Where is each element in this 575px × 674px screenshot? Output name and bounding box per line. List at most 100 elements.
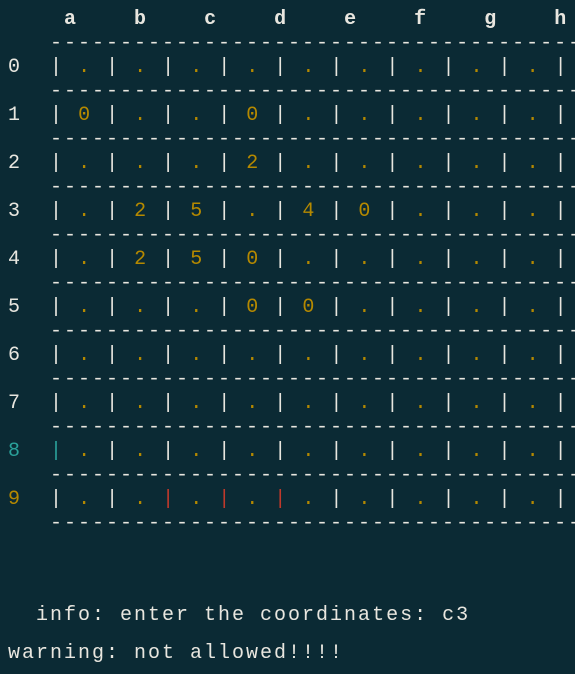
- cell-4-d[interactable]: 0: [246, 248, 260, 271]
- cell-3-h[interactable]: .: [471, 200, 485, 223]
- cell-0-e[interactable]: .: [302, 56, 316, 79]
- cell-1-e[interactable]: .: [302, 104, 316, 127]
- cell-3-d[interactable]: .: [246, 200, 260, 223]
- cell-8-g[interactable]: .: [414, 440, 428, 463]
- cell-7-b[interactable]: .: [134, 392, 148, 415]
- cell-6-i[interactable]: .: [527, 344, 541, 367]
- cell-0-c[interactable]: .: [190, 56, 204, 79]
- cell-4-b[interactable]: 2: [134, 248, 148, 271]
- cell-7-e[interactable]: .: [302, 392, 316, 415]
- cell-4-g[interactable]: .: [414, 248, 428, 271]
- cell-6-g[interactable]: .: [414, 344, 428, 367]
- pipe: |: [555, 296, 569, 319]
- cell-6-f[interactable]: .: [358, 344, 372, 367]
- cell-7-g[interactable]: .: [414, 392, 428, 415]
- cell-1-f[interactable]: .: [358, 104, 372, 127]
- cell-8-c[interactable]: .: [190, 440, 204, 463]
- cell-8-e[interactable]: .: [302, 440, 316, 463]
- cell-9-c[interactable]: .: [190, 488, 204, 511]
- cell-9-h[interactable]: .: [471, 488, 485, 511]
- cell-5-i[interactable]: .: [527, 296, 541, 319]
- cell-0-f[interactable]: .: [358, 56, 372, 79]
- cell-5-d[interactable]: 0: [246, 296, 260, 319]
- cell-5-c[interactable]: .: [190, 296, 204, 319]
- cell-2-i[interactable]: .: [527, 152, 541, 175]
- cell-2-b[interactable]: .: [134, 152, 148, 175]
- cell-5-e[interactable]: 0: [302, 296, 316, 319]
- cell-3-b[interactable]: 2: [134, 200, 148, 223]
- cell-2-c[interactable]: .: [190, 152, 204, 175]
- cell-6-e[interactable]: .: [302, 344, 316, 367]
- cell-0-g[interactable]: .: [414, 56, 428, 79]
- pipe: |: [50, 296, 64, 319]
- cell-6-b[interactable]: .: [134, 344, 148, 367]
- cell-7-h[interactable]: .: [471, 392, 485, 415]
- cell-6-h[interactable]: .: [471, 344, 485, 367]
- cell-9-i[interactable]: .: [527, 488, 541, 511]
- cell-8-i[interactable]: .: [527, 440, 541, 463]
- cell-1-a[interactable]: 0: [78, 104, 92, 127]
- cell-5-g[interactable]: .: [414, 296, 428, 319]
- cell-6-a[interactable]: .: [78, 344, 92, 367]
- cell-9-b[interactable]: .: [134, 488, 148, 511]
- cell-2-f[interactable]: .: [358, 152, 372, 175]
- cell-7-c[interactable]: .: [190, 392, 204, 415]
- cell-4-i[interactable]: .: [527, 248, 541, 271]
- cell-2-g[interactable]: .: [414, 152, 428, 175]
- pipe: |: [330, 248, 344, 271]
- pipe: |: [162, 248, 176, 271]
- cell-3-e[interactable]: 4: [302, 200, 316, 223]
- cell-8-f[interactable]: .: [358, 440, 372, 463]
- cell-9-a[interactable]: .: [78, 488, 92, 511]
- cell-3-c[interactable]: 5: [190, 200, 204, 223]
- row-label-6: 6: [8, 344, 22, 367]
- cell-4-a[interactable]: .: [78, 248, 92, 271]
- cell-1-d[interactable]: 0: [246, 104, 260, 127]
- cell-3-g[interactable]: .: [414, 200, 428, 223]
- cell-0-b[interactable]: .: [134, 56, 148, 79]
- cell-2-h[interactable]: .: [471, 152, 485, 175]
- cell-1-i[interactable]: .: [527, 104, 541, 127]
- cell-7-d[interactable]: .: [246, 392, 260, 415]
- cell-6-c[interactable]: .: [190, 344, 204, 367]
- cell-8-b[interactable]: .: [134, 440, 148, 463]
- pipe: |: [499, 488, 513, 511]
- cell-8-d[interactable]: .: [246, 440, 260, 463]
- cell-0-h[interactable]: .: [471, 56, 485, 79]
- cell-3-i[interactable]: .: [527, 200, 541, 223]
- cell-8-a[interactable]: .: [78, 440, 92, 463]
- cell-5-b[interactable]: .: [134, 296, 148, 319]
- cell-7-f[interactable]: .: [358, 392, 372, 415]
- cell-9-f[interactable]: .: [358, 488, 372, 511]
- cell-5-f[interactable]: .: [358, 296, 372, 319]
- cell-3-f[interactable]: 0: [358, 200, 372, 223]
- cell-5-h[interactable]: .: [471, 296, 485, 319]
- cell-1-h[interactable]: .: [471, 104, 485, 127]
- cell-9-g[interactable]: .: [414, 488, 428, 511]
- cell-1-b[interactable]: .: [134, 104, 148, 127]
- cell-2-a[interactable]: .: [78, 152, 92, 175]
- cell-4-e[interactable]: .: [302, 248, 316, 271]
- cell-2-d[interactable]: 2: [246, 152, 260, 175]
- cell-3-a[interactable]: .: [78, 200, 92, 223]
- cell-4-c[interactable]: 5: [190, 248, 204, 271]
- cell-9-e[interactable]: .: [302, 488, 316, 511]
- pipe: |: [218, 296, 232, 319]
- cell-2-e[interactable]: .: [302, 152, 316, 175]
- cell-0-d[interactable]: .: [246, 56, 260, 79]
- cell-0-a[interactable]: .: [78, 56, 92, 79]
- info-line[interactable]: info: enter the coordinates: c3: [8, 584, 567, 628]
- cell-1-c[interactable]: .: [190, 104, 204, 127]
- cell-0-i[interactable]: .: [527, 56, 541, 79]
- cell-7-a[interactable]: .: [78, 392, 92, 415]
- pipe: |: [274, 152, 288, 175]
- cell-4-f[interactable]: .: [358, 248, 372, 271]
- cell-6-d[interactable]: .: [246, 344, 260, 367]
- coordinate-input[interactable]: c3: [442, 604, 470, 627]
- cell-1-g[interactable]: .: [414, 104, 428, 127]
- cell-5-a[interactable]: .: [78, 296, 92, 319]
- cell-4-h[interactable]: .: [471, 248, 485, 271]
- cell-9-d[interactable]: .: [246, 488, 260, 511]
- cell-8-h[interactable]: .: [471, 440, 485, 463]
- cell-7-i[interactable]: .: [527, 392, 541, 415]
